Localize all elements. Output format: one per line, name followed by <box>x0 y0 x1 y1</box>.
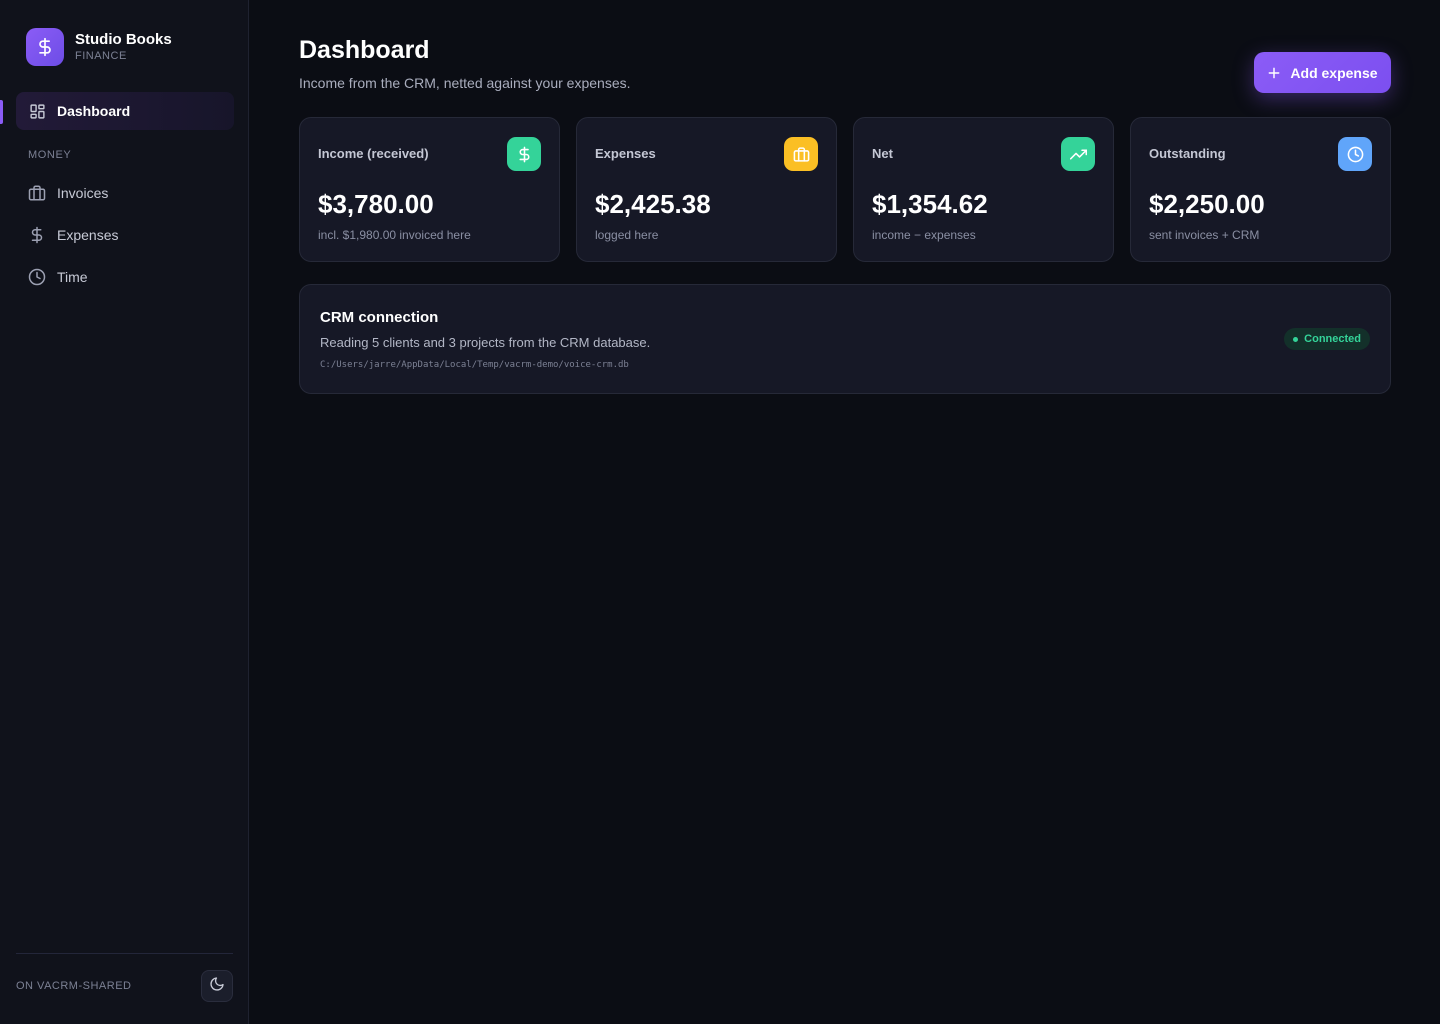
dashboard-grid-icon <box>28 102 46 120</box>
card-note: sent invoices + CRM <box>1149 228 1260 242</box>
add-expense-label: Add expense <box>1290 64 1378 81</box>
sidebar-item-time[interactable]: Time <box>16 258 234 296</box>
app-name: Studio Books <box>75 31 172 48</box>
sidebar: Studio Books FINANCE Dashboard MONEY Inv… <box>0 0 249 1024</box>
page-subtitle: Income from the CRM, netted against your… <box>299 75 631 91</box>
status-dot <box>1293 336 1299 342</box>
workspace-label: ON VACRM-SHARED <box>16 980 132 992</box>
crm-database-path: C:/Users/jarre/AppData/Local/Temp/vacrm-… <box>320 360 629 370</box>
card-label: Income (received) <box>318 146 429 161</box>
card-label: Expenses <box>595 146 656 161</box>
card-note: logged here <box>595 228 659 242</box>
dollar-icon <box>28 226 46 244</box>
active-indicator <box>0 100 3 124</box>
stat-card-income: Income (received) $3,780.00 incl. $1,980… <box>299 117 560 262</box>
card-value: $3,780.00 <box>318 189 434 219</box>
card-note: incl. $1,980.00 invoiced here <box>318 228 471 242</box>
card-value: $2,425.38 <box>595 189 711 219</box>
crm-description: Reading 5 clients and 3 projects from th… <box>320 335 651 350</box>
card-label: Net <box>872 146 893 161</box>
card-value: $2,250.00 <box>1149 189 1265 219</box>
status-text: Connected <box>1304 333 1361 345</box>
sidebar-item-dashboard[interactable]: Dashboard <box>16 92 234 130</box>
moon-icon <box>209 976 225 997</box>
dollar-icon <box>507 137 541 171</box>
sidebar-item-label: Dashboard <box>57 103 131 119</box>
dollar-icon <box>26 28 64 66</box>
sidebar-section-money: MONEY <box>28 149 72 161</box>
page-title: Dashboard <box>299 36 430 64</box>
sidebar-item-label: Expenses <box>57 227 119 243</box>
stat-card-expenses: Expenses $2,425.38 logged here <box>576 117 837 262</box>
plus-icon <box>1267 66 1281 80</box>
app-subtitle: FINANCE <box>75 50 127 62</box>
briefcase-icon <box>784 137 818 171</box>
crm-title: CRM connection <box>320 309 439 326</box>
status-badge: Connected <box>1284 328 1370 350</box>
card-value: $1,354.62 <box>872 189 988 219</box>
divider <box>16 953 233 954</box>
stat-card-net: Net $1,354.62 income − expenses <box>853 117 1114 262</box>
sidebar-item-invoices[interactable]: Invoices <box>16 174 234 212</box>
stat-card-outstanding: Outstanding $2,250.00 sent invoices + CR… <box>1130 117 1391 262</box>
card-label: Outstanding <box>1149 146 1226 161</box>
trending-up-icon <box>1061 137 1095 171</box>
clock-icon <box>28 268 46 286</box>
add-expense-button[interactable]: Add expense <box>1254 52 1391 93</box>
briefcase-icon <box>28 184 46 202</box>
theme-toggle-button[interactable] <box>201 970 233 1002</box>
crm-connection-panel: CRM connection Reading 5 clients and 3 p… <box>299 284 1391 394</box>
clock-icon <box>1338 137 1372 171</box>
card-note: income − expenses <box>872 228 976 242</box>
sidebar-item-expenses[interactable]: Expenses <box>16 216 234 254</box>
sidebar-item-label: Time <box>57 269 88 285</box>
brand[interactable]: Studio Books FINANCE <box>26 28 172 66</box>
sidebar-item-label: Invoices <box>57 185 109 201</box>
